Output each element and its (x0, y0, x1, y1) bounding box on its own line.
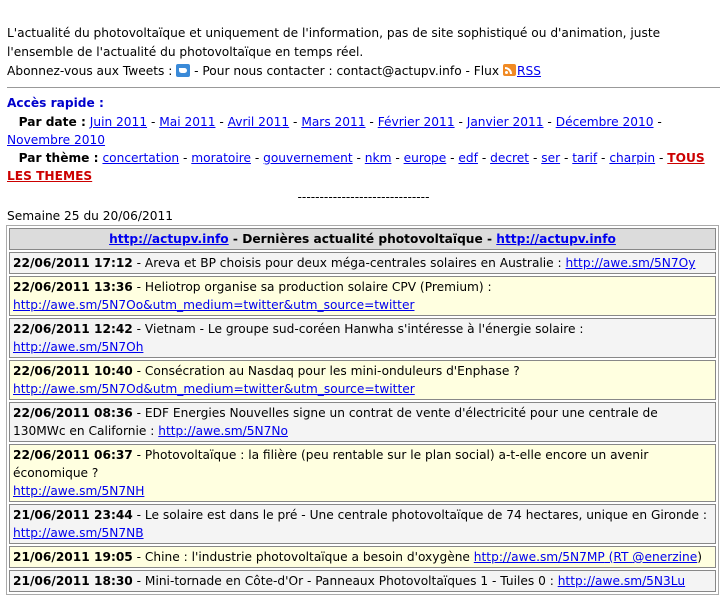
news-timestamp: 21/06/2011 18:30 (13, 574, 133, 588)
news-item: 22/06/2011 17:12 - Areva et BP choisis p… (9, 252, 716, 274)
date-link-mars-2011[interactable]: Mars 2011 (301, 115, 365, 129)
news-feed-table: http://actupv.info - Dernières actualité… (6, 225, 719, 595)
date-link-fevrier-2011[interactable]: Février 2011 (378, 115, 455, 129)
intro: L'actualité du photovoltaïque et uniquem… (7, 0, 720, 81)
table-row: 22/06/2011 10:40 - Consécration au Nasda… (9, 360, 716, 400)
news-timestamp: 22/06/2011 12:42 (13, 322, 133, 336)
news-link[interactable]: http://awe.sm/5N7Od&utm_medium=twitter&u… (13, 382, 415, 396)
theme-link-europe[interactable]: europe (404, 151, 447, 165)
date-link-janvier-2011[interactable]: Janvier 2011 (467, 115, 544, 129)
news-item: 21/06/2011 19:05 - Chine : l'industrie p… (9, 546, 716, 568)
header-link-actupv-2[interactable]: http://actupv.info (496, 232, 616, 246)
news-item: 21/06/2011 18:30 - Mini-tornade en Côte-… (9, 570, 716, 592)
table-row: 21/06/2011 23:44 - Le solaire est dans l… (9, 504, 716, 544)
week-label: Semaine 25 du 20/06/2011 (7, 209, 174, 223)
intro-subscribe: Abonnez-vous aux Tweets : - Pour nous co… (7, 64, 541, 78)
theme-link-nkm[interactable]: nkm (365, 151, 392, 165)
news-timestamp: 21/06/2011 23:44 (13, 508, 133, 522)
news-timestamp: 22/06/2011 06:37 (13, 448, 133, 462)
news-item: 22/06/2011 08:36 - EDF Energies Nouvelle… (9, 402, 716, 442)
date-link-mai-2011[interactable]: Mai 2011 (159, 115, 215, 129)
theme-link-ser[interactable]: ser (541, 151, 560, 165)
table-row: 22/06/2011 12:42 - Vietnam - Le groupe s… (9, 318, 716, 358)
news-item: 22/06/2011 06:37 - Photovoltaïque : la f… (9, 444, 716, 502)
quick-themes: Par thème : concertation - moratoire - g… (7, 151, 705, 183)
table-row: 22/06/2011 13:36 - Heliotrop organise sa… (9, 276, 716, 316)
table-row: 22/06/2011 08:36 - EDF Energies Nouvelle… (9, 402, 716, 442)
twitter-icon[interactable] (176, 64, 191, 77)
news-link[interactable]: http://awe.sm/5N7Oo&utm_medium=twitter&u… (13, 298, 414, 312)
date-link-juin-2011[interactable]: Juin 2011 (90, 115, 147, 129)
quick-access: Accès rapide : Par date : Juin 2011 - Ma… (7, 94, 720, 185)
theme-link-tarif[interactable]: tarif (572, 151, 597, 165)
quick-dates: Par date : Juin 2011 - Mai 2011 - Avril … (7, 115, 662, 147)
news-link[interactable]: http://awe.sm/5N7Oy (566, 256, 696, 270)
date-link-avril-2011[interactable]: Avril 2011 (228, 115, 290, 129)
news-link[interactable]: http://awe.sm/5N7NB (13, 526, 144, 540)
theme-link-edf[interactable]: edf (458, 151, 478, 165)
feed-header: http://actupv.info - Dernières actualité… (9, 228, 716, 250)
theme-link-gouvernement[interactable]: gouvernement (263, 151, 353, 165)
mention-link-enerzine[interactable]: @enerzine (632, 550, 697, 564)
feed-header-row: http://actupv.info - Dernières actualité… (9, 228, 716, 250)
news-link-rt[interactable]: (RT (605, 550, 633, 564)
table-row: 21/06/2011 18:30 - Mini-tornade en Côte-… (9, 570, 716, 592)
news-timestamp: 22/06/2011 10:40 (13, 364, 133, 378)
news-link[interactable]: http://awe.sm/5N3Lu (558, 574, 685, 588)
table-row: 22/06/2011 17:12 - Areva et BP choisis p… (9, 252, 716, 274)
theme-link-decret[interactable]: decret (490, 151, 529, 165)
rss-link[interactable]: RSS (503, 64, 541, 78)
header-link-actupv[interactable]: http://actupv.info (109, 232, 229, 246)
news-timestamp: 22/06/2011 13:36 (13, 280, 133, 294)
news-link[interactable]: http://awe.sm/5N7MP (474, 550, 605, 564)
news-item: 22/06/2011 10:40 - Consécration au Nasda… (9, 360, 716, 400)
news-link[interactable]: http://awe.sm/5N7NH (13, 484, 144, 498)
separator (7, 87, 720, 88)
intro-description: L'actualité du photovoltaïque et uniquem… (7, 26, 661, 59)
news-timestamp: 21/06/2011 19:05 (13, 550, 133, 564)
theme-link-charpin[interactable]: charpin (609, 151, 655, 165)
news-timestamp: 22/06/2011 17:12 (13, 256, 133, 270)
page: L'actualité du photovoltaïque et uniquem… (0, 0, 727, 595)
table-row: 21/06/2011 19:05 - Chine : l'industrie p… (9, 546, 716, 568)
news-timestamp: 22/06/2011 08:36 (13, 406, 133, 420)
date-link-decembre-2010[interactable]: Décembre 2010 (556, 115, 654, 129)
quick-access-title: Accès rapide : (7, 96, 104, 110)
news-item: 22/06/2011 13:36 - Heliotrop organise sa… (9, 276, 716, 316)
news-link[interactable]: http://awe.sm/5N7Oh (13, 340, 143, 354)
table-row: 22/06/2011 06:37 - Photovoltaïque : la f… (9, 444, 716, 502)
date-link-novembre-2010[interactable]: Novembre 2010 (7, 133, 105, 147)
news-item: 21/06/2011 23:44 - Le solaire est dans l… (9, 504, 716, 544)
news-item: 22/06/2011 12:42 - Vietnam - Le groupe s… (9, 318, 716, 358)
rss-icon (503, 64, 516, 76)
dashed-divider: ------------------------------ (297, 190, 430, 204)
theme-link-concertation[interactable]: concertation (102, 151, 179, 165)
news-link[interactable]: http://awe.sm/5N7No (158, 424, 288, 438)
theme-link-moratoire[interactable]: moratoire (191, 151, 251, 165)
